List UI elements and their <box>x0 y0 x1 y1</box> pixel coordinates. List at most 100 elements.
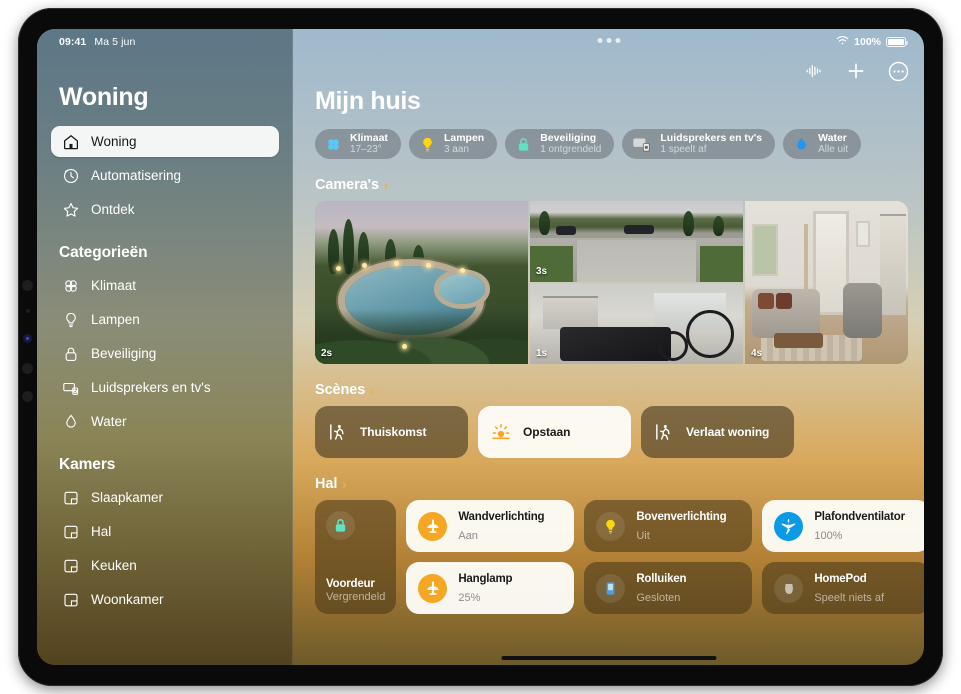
scene-label: Verlaat woning <box>686 425 770 439</box>
sidebar-item-label: Woning <box>91 134 137 149</box>
device-tile-label: Voordeur <box>326 578 375 590</box>
scenes-section-header[interactable]: Scènes › <box>315 382 908 398</box>
device-tile-hanglamp[interactable]: Hanglamp 25% <box>406 562 575 614</box>
sidebar-item-label: Water <box>91 414 127 429</box>
status-chip-klimaat[interactable]: Klimaat 17–23° <box>315 129 401 159</box>
chip-status: Alle uit <box>818 143 849 155</box>
camera-timestamp: 2s <box>321 348 333 359</box>
bulb-icon <box>596 511 626 541</box>
sidebar-item-slaapkamer[interactable]: Slaapkamer <box>51 482 279 513</box>
status-chip-lampen[interactable]: Lampen 3 aan <box>408 129 498 159</box>
sidebar-rooms-group: Slaapkamer Hal Keuken Woonkamer <box>51 482 279 615</box>
page-title: Mijn huis <box>315 87 421 115</box>
device-dot-4 <box>22 391 33 402</box>
sidebar-item-woning[interactable]: Woning <box>51 126 279 157</box>
sidebar-item-label: Hal <box>91 524 112 539</box>
status-chip-luidsprekers[interactable]: Luidsprekers en tv's 1 speelt af <box>622 129 776 159</box>
screen: 09:41 Ma 5 jun Woning Woning Automatiser… <box>37 29 924 665</box>
cameras-section-header[interactable]: Camera's › <box>315 177 908 193</box>
lock-icon <box>326 511 355 540</box>
device-tile-wandverlichting[interactable]: Wandverlichting Aan <box>406 500 575 552</box>
device-tile-plafondventilator[interactable]: Plafondventilator 100% <box>762 500 924 552</box>
camera-tile-woonkamer[interactable]: 4s <box>745 201 908 364</box>
tv-speaker-icon <box>632 136 652 153</box>
sidebar-categories-header: Categorieën <box>59 244 148 261</box>
sidebar-item-luidsprekers[interactable]: Luidsprekers en tv's <box>51 372 279 403</box>
device-tile-label: Rolluiken <box>636 573 687 586</box>
scene-verlaat-woning[interactable]: Verlaat woning <box>641 406 794 458</box>
clock-arrow-icon <box>61 166 80 185</box>
status-chip-beveiliging[interactable]: Beveiliging 1 ontgrendeld <box>505 129 615 159</box>
sidebar-item-klimaat[interactable]: Klimaat <box>51 270 279 301</box>
device-tile-column-1: Wandverlichting Aan Hanglamp 25% <box>406 500 575 614</box>
status-chip-row: Klimaat 17–23° Lampen 3 aan Beveiliging … <box>315 129 908 159</box>
sidebar-categories-group: Klimaat Lampen Beveiliging Luidsprekers … <box>51 270 279 437</box>
sidebar-item-water[interactable]: Water <box>51 406 279 437</box>
sidebar-item-label: Automatisering <box>91 168 182 183</box>
device-tile-status: Vergrendeld <box>326 591 386 603</box>
room-icon <box>61 522 80 541</box>
room-section-header[interactable]: Hal › <box>315 476 908 492</box>
device-tile-column-3: Plafondventilator 100% HomePod Speelt ni… <box>762 500 924 614</box>
cameras-header-label: Camera's <box>315 177 379 193</box>
device-tile-status: 25% <box>458 592 481 604</box>
scene-opstaan[interactable]: Opstaan <box>478 406 631 458</box>
sidebar-title: Woning <box>59 83 149 111</box>
chip-title: Lampen <box>443 132 485 145</box>
sidebar-item-label: Woonkamer <box>91 592 164 607</box>
device-tile-rolluiken[interactable]: Rolluiken Gesloten <box>584 562 753 614</box>
camera-timestamp: 1s <box>536 348 548 359</box>
fan-icon <box>325 136 342 153</box>
chip-title: Water <box>818 132 847 145</box>
blinds-icon <box>596 573 626 603</box>
sidebar-item-beveiliging[interactable]: Beveiliging <box>51 338 279 369</box>
ipad-device-frame: 09:41 Ma 5 jun Woning Woning Automatiser… <box>16 6 945 688</box>
status-bar-date: Ma 5 jun <box>94 36 136 48</box>
device-tile-homepod[interactable]: HomePod Speelt niets af <box>762 562 924 614</box>
scenes-row: Thuiskomst Opstaan Verlaat woning <box>315 406 908 458</box>
sidebar-item-keuken[interactable]: Keuken <box>51 550 279 581</box>
device-tile-label: Wandverlichting <box>458 511 545 524</box>
status-bar-time: 09:41 <box>59 36 87 48</box>
walking-out-icon <box>654 422 674 442</box>
sidebar-item-woonkamer[interactable]: Woonkamer <box>51 584 279 615</box>
sidebar-item-hal[interactable]: Hal <box>51 516 279 547</box>
room-icon <box>61 556 80 575</box>
device-tile-grid: Voordeur Vergrendeld Wandverlichting Aan… <box>315 500 924 614</box>
ceiling-fan-icon <box>774 511 804 541</box>
sidebar-primary-group: Woning Automatisering Ontdek <box>51 126 279 225</box>
chip-title: Klimaat <box>350 132 388 145</box>
bulb-icon <box>419 136 436 153</box>
chip-title: Beveiliging <box>540 132 597 145</box>
device-tile-status: Uit <box>636 530 650 542</box>
house-icon <box>61 132 80 151</box>
bulb-icon <box>61 310 80 329</box>
chip-status: 1 speelt af <box>660 143 707 155</box>
camera-tile-achtertuin[interactable]: 2s <box>315 201 528 364</box>
sidebar-item-label: Slaapkamer <box>91 490 164 505</box>
device-dot-2 <box>26 309 30 313</box>
main-content: 100% Mijn huis Klimaat 17–23° Lampen 3 a… <box>293 29 924 665</box>
sunrise-icon <box>491 422 511 442</box>
chip-title: Luidsprekers en tv's <box>660 132 763 145</box>
device-tile-label: HomePod <box>814 573 867 586</box>
device-tile-voordeur[interactable]: Voordeur Vergrendeld <box>315 500 397 614</box>
chip-status: 3 aan <box>443 143 469 155</box>
camera-tile-garage[interactable]: 1s <box>530 283 743 364</box>
device-dot-1 <box>22 280 33 291</box>
room-icon <box>61 488 80 507</box>
sidebar-item-label: Lampen <box>91 312 140 327</box>
scene-thuiskomst[interactable]: Thuiskomst <box>315 406 468 458</box>
sidebar-item-lampen[interactable]: Lampen <box>51 304 279 335</box>
device-tile-bovenverlichting[interactable]: Bovenverlichting Uit <box>584 500 753 552</box>
sidebar-item-label: Klimaat <box>91 278 137 293</box>
sidebar-item-automatisering[interactable]: Automatisering <box>51 160 279 191</box>
chip-status: 1 ontgrendeld <box>540 143 602 155</box>
home-indicator[interactable] <box>501 656 716 660</box>
sidebar-item-ontdek[interactable]: Ontdek <box>51 194 279 225</box>
status-chip-water[interactable]: Water Alle uit <box>783 129 862 159</box>
device-tile-status: Aan <box>458 530 478 542</box>
homepod-icon <box>774 573 804 603</box>
room-icon <box>61 590 80 609</box>
camera-tile-oprit[interactable]: 3s <box>530 201 743 282</box>
